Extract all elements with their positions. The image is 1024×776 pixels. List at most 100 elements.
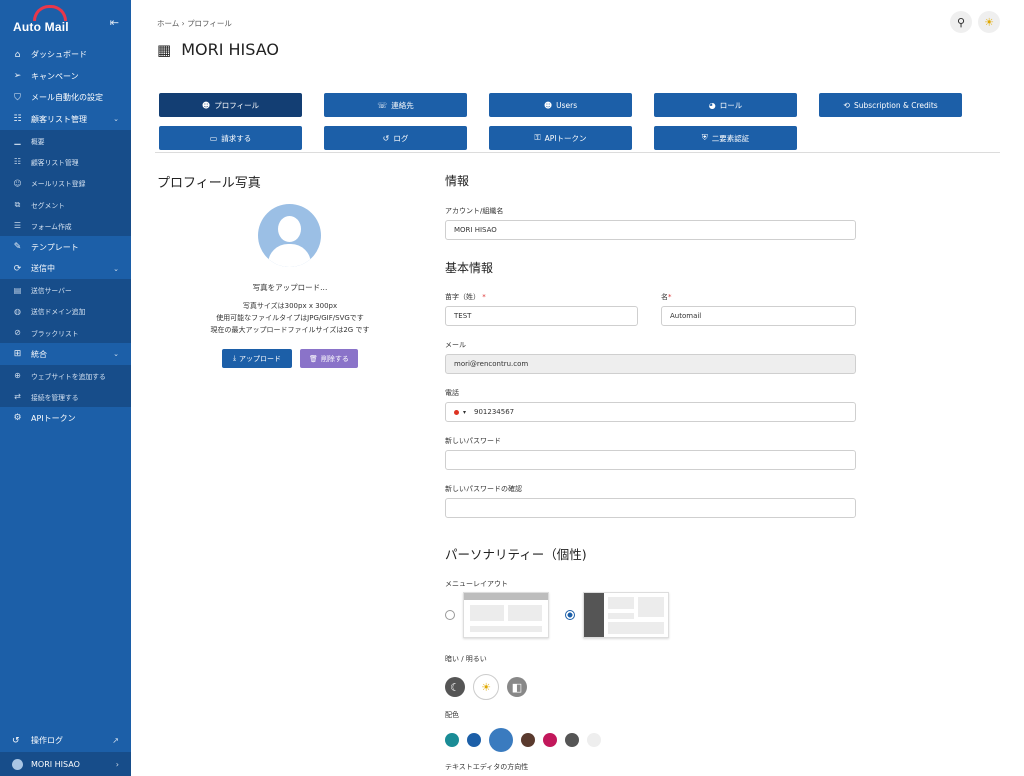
- activity-log-link[interactable]: ↺ 操作ログ ↗: [0, 729, 131, 752]
- sidebar-item-3[interactable]: ☷ 顧客リスト管理 ⌄: [0, 109, 131, 131]
- new-password-input[interactable]: [445, 450, 856, 470]
- contacts-icon: ☏: [377, 100, 388, 110]
- shield-check-icon: ⛨: [701, 133, 708, 142]
- email-field[interactable]: mori@rencontru.com: [445, 354, 856, 374]
- color-swatch[interactable]: [521, 733, 535, 747]
- sidebar-item-13[interactable]: ⊘ ブラックリスト: [0, 322, 131, 344]
- profile-photo-heading: プロフィール写真: [157, 176, 261, 191]
- sidebar-item-16[interactable]: ⇄ 接続を管理する: [0, 386, 131, 408]
- sidebar-item-label: 接続を管理する: [31, 393, 79, 402]
- sidebar-item-label: 統合: [31, 349, 47, 359]
- sidebar-item-14[interactable]: ⊞ 統合 ⌄: [0, 343, 131, 365]
- account-name-input[interactable]: MORI HISAO: [445, 220, 856, 240]
- form-icon: ☰: [13, 221, 22, 231]
- divider: [155, 152, 1000, 153]
- user-menu[interactable]: MORI HISAO ›: [0, 752, 131, 776]
- chevron-down-icon[interactable]: ▾: [463, 409, 466, 416]
- layout-horizontal-thumbnail[interactable]: [463, 592, 549, 638]
- tab-0[interactable]: ☻ プロフィール: [159, 93, 302, 117]
- sidebar-item-12[interactable]: ◍ 送信ドメイン追加: [0, 300, 131, 323]
- theme-toggle-icon[interactable]: ☀: [978, 11, 1000, 33]
- confirm-password-input[interactable]: [445, 498, 856, 518]
- email-label: メール: [445, 341, 466, 349]
- chevron-down-icon: ⌄: [113, 115, 119, 124]
- breadcrumb-current: プロフィール: [187, 19, 232, 28]
- sidebar-item-label: メール自動化の設定: [31, 93, 103, 103]
- tab-4[interactable]: ⟲ Subscription & Credits: [819, 93, 962, 117]
- confirm-password-label: 新しいパスワードの確認: [445, 485, 522, 493]
- sidebar-item-label: フォーム作成: [31, 222, 72, 231]
- delete-button[interactable]: 🗑 削除する: [300, 349, 358, 368]
- breadcrumb-home[interactable]: ホーム: [157, 19, 179, 28]
- tab-8[interactable]: ⛨ 二要素認証: [654, 126, 797, 150]
- sidebar-item-17[interactable]: ⚙ APIトークン: [0, 407, 131, 429]
- chart-icon: ▁: [14, 136, 21, 146]
- sidebar-item-4[interactable]: ▁ 概要: [0, 130, 131, 152]
- tab-6[interactable]: ↺ ログ: [324, 126, 467, 150]
- avatar[interactable]: [258, 204, 321, 267]
- sidebar-item-1[interactable]: ➢ キャンペーン: [0, 66, 131, 88]
- color-swatch[interactable]: [587, 733, 601, 747]
- first-name-input[interactable]: Automail: [661, 306, 856, 326]
- sidebar-item-label: 顧客リスト管理: [31, 114, 87, 124]
- sidebar-item-0[interactable]: ⌂ ダッシュボード: [0, 44, 131, 66]
- template-icon: ✎: [13, 242, 22, 253]
- color-swatch[interactable]: [543, 733, 557, 747]
- avatar: [12, 758, 23, 770]
- basic-info-heading: 基本情報: [445, 261, 494, 275]
- collapse-sidebar-icon[interactable]: ⇤: [110, 16, 119, 29]
- system-mode-icon[interactable]: ◧: [507, 677, 527, 697]
- sidebar-item-5[interactable]: ☷ 顧客リスト管理: [0, 151, 131, 173]
- japan-flag-icon[interactable]: [454, 409, 459, 415]
- tab-2[interactable]: ☻ Users: [489, 93, 632, 117]
- sidebar-item-label: 送信中: [31, 264, 55, 274]
- color-swatch[interactable]: [467, 733, 481, 747]
- light-mode-sun-icon[interactable]: ☀: [473, 674, 499, 700]
- color-scheme-label: 配色: [445, 711, 459, 719]
- size-note: 写真サイズは300px x 300px: [242, 302, 338, 310]
- color-swatch[interactable]: [445, 733, 459, 747]
- last-name-label: 苗字（姓） *: [445, 293, 486, 301]
- sidebar-item-11[interactable]: ▤ 送信サーバー: [0, 279, 131, 301]
- layout-vertical-option[interactable]: [565, 592, 669, 638]
- sidebar-item-10[interactable]: ⟳ 送信中 ⌄: [0, 258, 131, 280]
- last-name-input[interactable]: TEST: [445, 306, 638, 326]
- first-name-label: 名*: [661, 293, 672, 301]
- sidebar-item-2[interactable]: ⛉ メール自動化の設定: [0, 87, 131, 109]
- key-icon: ⚿: [534, 133, 541, 142]
- color-swatch[interactable]: [489, 728, 513, 752]
- trash-icon: 🗑: [309, 354, 318, 363]
- sidebar-item-8[interactable]: ☰ フォーム作成: [0, 215, 131, 237]
- list-icon: ☷: [13, 114, 22, 125]
- color-swatch[interactable]: [565, 733, 579, 747]
- sidebar-item-6[interactable]: ☺ メールリスト登録: [0, 172, 131, 194]
- external-link-icon[interactable]: ↗: [112, 736, 119, 745]
- phone-input[interactable]: ▾ 901234567: [445, 402, 856, 422]
- dark-mode-moon-icon[interactable]: ☾: [445, 677, 465, 697]
- layout-horizontal-radio[interactable]: [445, 610, 455, 620]
- sidebar-item-7[interactable]: ⧉ セグメント: [0, 193, 131, 216]
- user-name: MORI HISAO: [31, 759, 80, 769]
- layout-horizontal-option[interactable]: [445, 592, 549, 638]
- logo[interactable]: Auto Mail ⇤: [0, 0, 131, 44]
- sidebar-item-9[interactable]: ✎ テンプレート: [0, 236, 131, 258]
- tab-3[interactable]: ◕ ロール: [654, 93, 797, 117]
- upload-button[interactable]: ⤓ アップロード: [222, 349, 292, 368]
- subscription-icon: ⟲: [843, 100, 850, 110]
- tab-7[interactable]: ⚿ APIトークン: [489, 126, 632, 150]
- building-icon: ▦: [157, 40, 172, 59]
- upload-hint: 写真をアップロード...: [252, 283, 328, 292]
- sidebar-item-label: キャンペーン: [31, 71, 79, 81]
- layout-vertical-thumbnail[interactable]: [583, 592, 669, 638]
- smile-icon: ☻: [201, 100, 211, 110]
- sidebar-item-15[interactable]: ⊕ ウェブサイトを追加する: [0, 364, 131, 387]
- tab-1[interactable]: ☏ 連絡先: [324, 93, 467, 117]
- layout-vertical-radio[interactable]: [565, 610, 575, 620]
- tab-5[interactable]: ▭ 請求する: [159, 126, 302, 150]
- user-icon: ☺: [13, 178, 22, 188]
- search-icon[interactable]: ⚲: [950, 11, 972, 33]
- sidebar-item-label: 概要: [31, 137, 45, 146]
- sidebar-item-label: ウェブサイトを追加する: [31, 372, 106, 381]
- tab-label: ロール: [719, 100, 743, 110]
- send-icon: ➢: [13, 71, 22, 82]
